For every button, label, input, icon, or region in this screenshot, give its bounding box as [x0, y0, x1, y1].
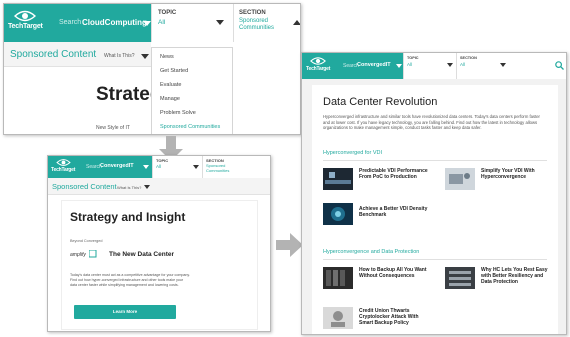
techtarget-eye-icon [55, 159, 71, 166]
hero-title: Strategy and Insight [70, 210, 186, 224]
chevron-down-icon[interactable] [143, 165, 149, 169]
section-title-vdi[interactable]: Hyperconverged for VDI [323, 150, 382, 156]
logo-text: TechTarget [8, 23, 43, 30]
topic-value: All [158, 19, 166, 26]
chevron-down-icon[interactable] [447, 63, 453, 67]
chevron-down-icon[interactable] [500, 63, 506, 67]
section-label: SECTION [239, 10, 266, 16]
section-value-line1: Sponsored [239, 18, 269, 24]
topic-dropdown-menu: News Get Started Evaluate Manage Problem… [151, 47, 233, 134]
topic-label: TOPIC [156, 158, 169, 163]
techtarget-eye-icon [310, 57, 327, 65]
filter-bar: TOPIC All SECTION All [403, 53, 566, 79]
byline: Beyond Converged [70, 239, 103, 243]
chevron-down-icon[interactable] [143, 21, 151, 26]
techtarget-logo[interactable]: TechTarget [306, 56, 330, 72]
chevron-down-icon[interactable] [216, 20, 224, 25]
sponsored-bar: Sponsored Content What Is This? [4, 42, 151, 67]
topic-value: All [156, 164, 162, 169]
site-header: TechTarget Search ConvergedIT TOPIC All … [48, 156, 270, 178]
section-filter[interactable]: SECTION Sponsored Communities [233, 4, 300, 42]
screenshot-data-center-revolution: TechTarget Search ConvergedIT TOPIC All … [301, 52, 567, 335]
article-title[interactable]: How to Backup All You Want Without Conse… [359, 267, 431, 280]
page-headline: Data Center Revolution [323, 96, 438, 108]
site-header: TechTarget Search CloudComputing TOPIC A… [4, 4, 300, 42]
learn-more-button[interactable]: Learn More [74, 305, 176, 319]
menu-item-manage[interactable]: Manage [160, 96, 180, 102]
article-title[interactable]: Simplify Your VDI With Hyperconvergence [481, 168, 551, 181]
learn-more-label: Learn More [112, 309, 138, 314]
menu-item-news[interactable]: News [160, 54, 174, 60]
screenshot-convergedit-sponsored: TechTarget Search ConvergedIT TOPIC All … [47, 155, 271, 332]
topic-label: TOPIC [158, 10, 177, 16]
article-title[interactable]: Achieve a Better VDI Density Benchmark [359, 206, 431, 219]
topic-value[interactable]: All [407, 62, 412, 67]
site-header: TechTarget Search ConvergedIT TOPIC All … [302, 53, 566, 79]
sponsor-logo: amplify [70, 252, 86, 258]
menu-item-get-started[interactable]: Get Started [160, 68, 188, 74]
article-title[interactable]: Predictable VDI Performance From PoC to … [359, 168, 431, 181]
search-site-select[interactable]: ConvergedIT [357, 62, 391, 68]
section-divider [323, 259, 547, 260]
page-background: Data Center Revolution Hyperconverged in… [302, 79, 566, 334]
sponsor-mark-icon [89, 250, 97, 258]
chevron-down-icon[interactable] [396, 64, 402, 68]
chevron-down-icon[interactable] [141, 54, 149, 59]
sponsored-bar: Sponsored Content What Is This? [48, 178, 270, 195]
card-title[interactable]: The New Data Center [109, 251, 174, 258]
menu-item-evaluate[interactable]: Evaluate [160, 82, 181, 88]
page-intro: Hyperconverged infrastructure and simila… [323, 114, 540, 131]
topic-filter[interactable]: TOPIC All [152, 156, 202, 178]
article-thumbnail-icon[interactable] [323, 203, 353, 225]
card-body: Today's data center must act as a compet… [70, 273, 190, 287]
section-value-line2: Communities [206, 168, 230, 173]
section-label: SECTION [460, 56, 477, 60]
chevron-down-icon[interactable] [193, 165, 199, 169]
chevron-up-icon[interactable] [293, 20, 300, 25]
article-thumbnail-icon[interactable] [323, 168, 353, 190]
search-site-select[interactable]: ConvergedIT [100, 163, 134, 169]
section-divider [323, 160, 547, 161]
article-fragment: New Style of IT [96, 125, 130, 131]
logo-text: TechTarget [306, 66, 331, 72]
content-panel: Data Center Revolution Hyperconverged in… [312, 85, 558, 334]
screenshot-cloudcomputing-menu: TechTarget Search CloudComputing TOPIC A… [3, 3, 301, 135]
section-filter[interactable]: SECTION Sponsored Communities [202, 156, 270, 178]
article-thumbnail-icon[interactable] [323, 267, 353, 289]
logo-text: TechTarget [51, 167, 76, 173]
filter-divider [456, 53, 457, 79]
menu-item-problem-solve[interactable]: Problem Solve [160, 110, 196, 116]
techtarget-logo[interactable]: TechTarget [8, 9, 43, 30]
article-title[interactable]: Why HC Lets You Rest Easy with Better Re… [481, 267, 553, 285]
sponsored-content-title: Sponsored Content [10, 49, 97, 60]
what-is-this-link[interactable]: What Is This? [117, 185, 141, 190]
gray-flow-arrow-right [276, 233, 303, 257]
section-value[interactable]: All [460, 62, 465, 67]
techtarget-logo[interactable]: TechTarget [51, 158, 75, 173]
chevron-down-icon[interactable] [144, 185, 150, 189]
topic-filter[interactable]: TOPIC All [151, 4, 233, 42]
search-site-select[interactable]: CloudComputing [82, 18, 147, 27]
section-title-data-protection[interactable]: Hyperconvergence and Data Protection [323, 249, 419, 255]
menu-item-sponsored-communities[interactable]: Sponsored Communities [160, 124, 220, 130]
article-title[interactable]: Credit Union Thwarts Cryptolocker Attack… [359, 308, 431, 326]
techtarget-eye-icon [14, 10, 37, 22]
section-value-line2: Communities [239, 25, 275, 31]
article-thumbnail-icon[interactable] [445, 168, 475, 190]
search-icon[interactable] [555, 61, 564, 70]
content-card: Strategy and Insight Beyond Converged am… [61, 200, 258, 330]
sponsored-content-title: Sponsored Content [52, 182, 117, 191]
what-is-this-link[interactable]: What Is This? [104, 53, 134, 59]
search-label: Search [59, 19, 82, 26]
article-thumbnail-icon[interactable] [323, 307, 353, 329]
article-thumbnail-icon[interactable] [445, 267, 475, 289]
topic-label: TOPIC [407, 56, 419, 60]
